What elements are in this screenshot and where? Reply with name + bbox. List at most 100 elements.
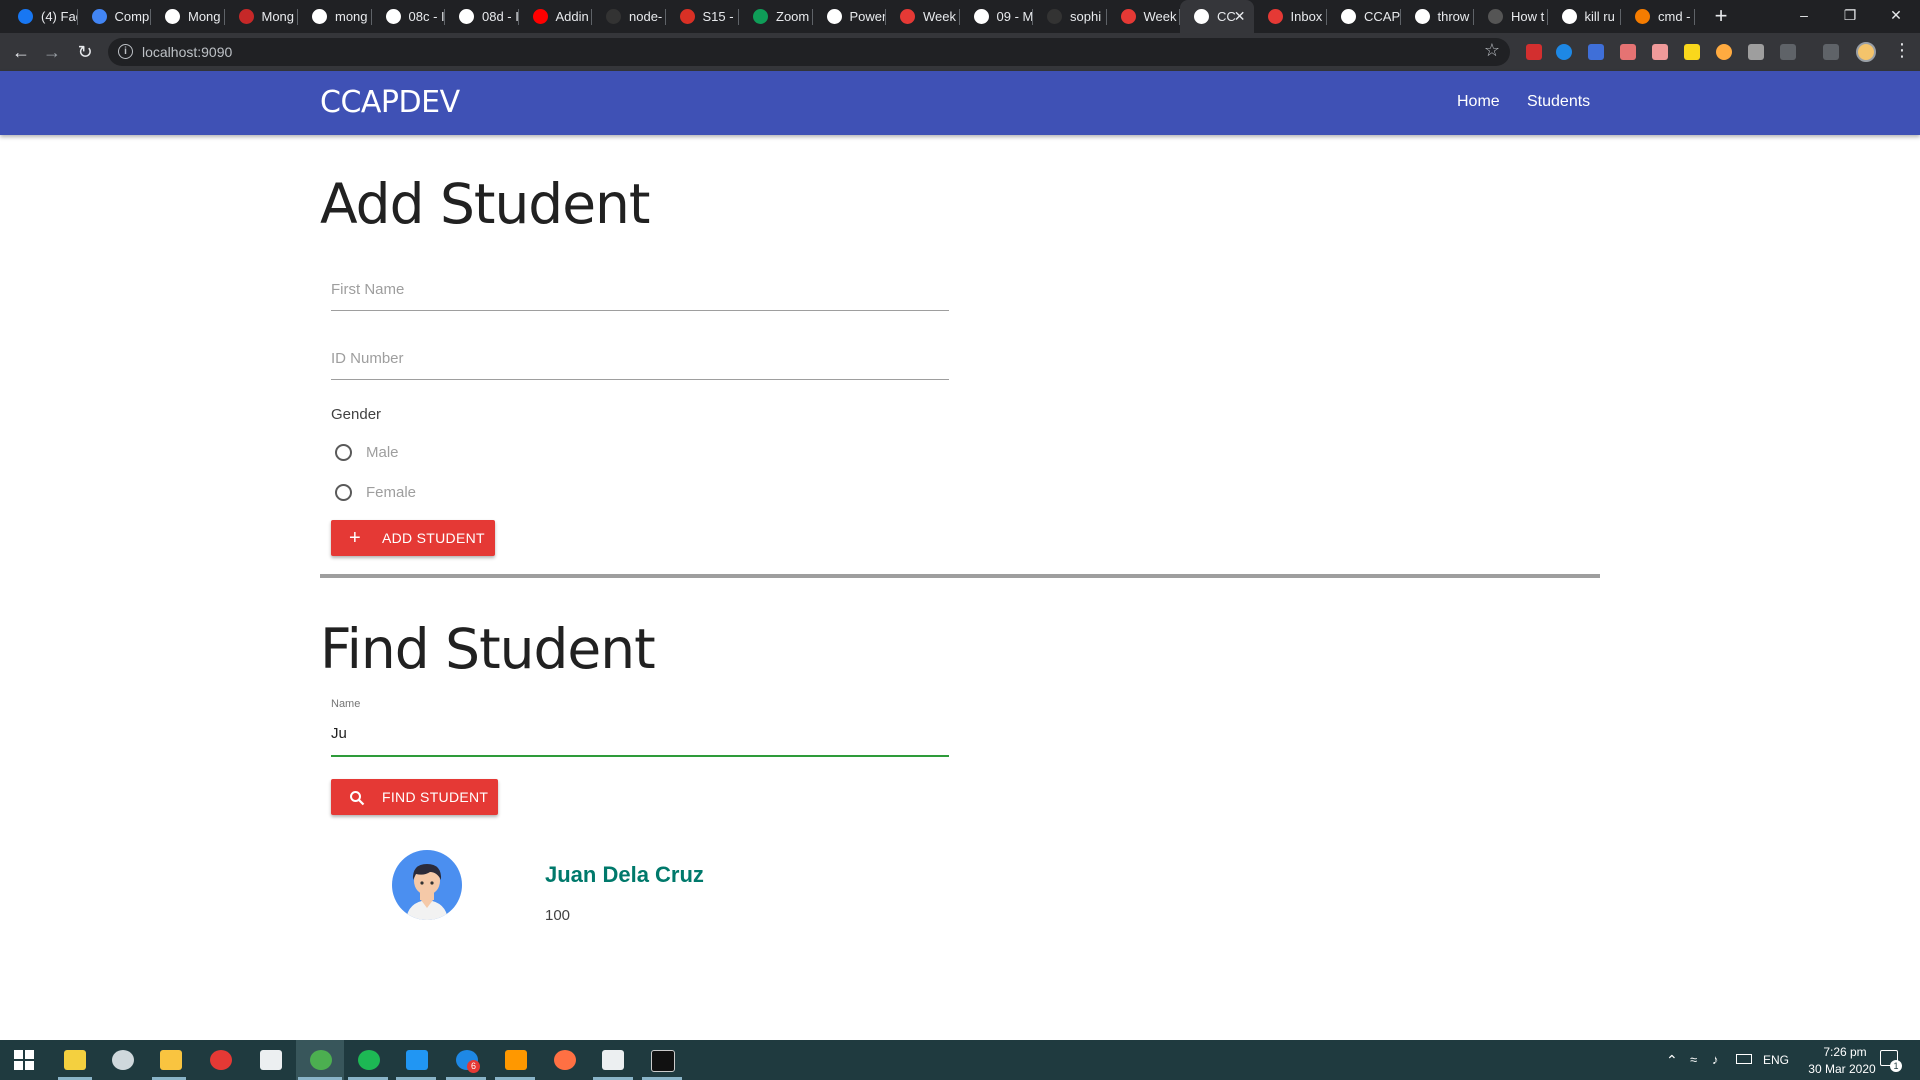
add-student-button[interactable]: + ADD STUDENT [331, 520, 495, 556]
brand-logo[interactable]: CCAPDEV [320, 85, 460, 120]
tab-title: Week [923, 9, 956, 24]
first-name-field[interactable]: First Name [331, 272, 949, 311]
postman-icon[interactable] [554, 1050, 576, 1070]
chrome-icon[interactable] [310, 1050, 332, 1070]
reload-icon[interactable]: ↻ [73, 41, 97, 63]
browser-tab[interactable]: 09 - M [960, 0, 1033, 33]
result-student-name[interactable]: Juan Dela Cruz [545, 862, 704, 888]
browser-tab[interactable]: S15 - : [666, 0, 739, 33]
browser-tab[interactable]: Mong [225, 0, 298, 33]
vscode-icon[interactable] [406, 1050, 428, 1070]
profile-avatar[interactable] [1856, 42, 1876, 62]
id-number-field[interactable]: ID Number [331, 341, 949, 380]
clock-date[interactable]: 30 Mar 2020 [1797, 1062, 1887, 1076]
browser-tab[interactable]: CCAP [1327, 0, 1401, 33]
extension-icon[interactable] [1526, 44, 1542, 60]
browser-tab[interactable]: Comp [78, 0, 151, 33]
file-explorer-icon[interactable] [160, 1050, 182, 1070]
show-hidden-icons[interactable]: ⌃ [1666, 1052, 1678, 1069]
browser-tab[interactable]: node- [592, 0, 666, 33]
browser-tab[interactable]: throw [1401, 0, 1474, 33]
browser-tab[interactable]: CC ✕ [1180, 0, 1254, 33]
find-student-button[interactable]: FIND STUDENT [331, 779, 498, 815]
browser-tab[interactable]: Zoom [739, 0, 813, 33]
browser-tab[interactable]: Week [1107, 0, 1180, 33]
tab-favicon-icon [1267, 9, 1283, 24]
extension-w-icon[interactable] [1684, 44, 1700, 60]
gender-male-label[interactable]: Male [366, 444, 399, 461]
tab-favicon-icon [1047, 9, 1062, 24]
app-icon[interactable] [112, 1050, 134, 1070]
tab-favicon-icon [1488, 9, 1503, 24]
tab-favicon-icon [1635, 9, 1650, 24]
gender-female-label[interactable]: Female [366, 484, 416, 501]
extension-video-icon[interactable] [1620, 44, 1636, 60]
extension-np-icon[interactable] [1780, 44, 1796, 60]
browser-tab[interactable]: 08c - I [372, 0, 445, 33]
forward-icon[interactable]: → [40, 41, 64, 63]
windows-start-icon[interactable] [14, 1050, 34, 1075]
tab-title: Mong [188, 9, 221, 24]
gender-male-radio[interactable] [335, 444, 352, 461]
tab-title: Week [1143, 9, 1177, 24]
tab-title: Comp [114, 9, 150, 24]
chrome-menu-icon[interactable]: ⋮ [1893, 40, 1911, 61]
cmd-icon[interactable] [651, 1050, 675, 1072]
back-icon[interactable]: ← [9, 41, 33, 63]
volume-icon[interactable]: ♪ [1712, 1052, 1719, 1067]
gender-female-radio[interactable] [335, 484, 352, 501]
media-app-icon[interactable] [260, 1050, 282, 1070]
close-window-button[interactable]: ✕ [1873, 0, 1919, 33]
restore-button[interactable]: ❐ [1827, 0, 1873, 33]
address-url[interactable]: localhost:9090 [142, 38, 232, 66]
photos-icon[interactable] [602, 1050, 624, 1070]
bookmark-star-icon[interactable]: ☆ [1484, 40, 1500, 61]
browser-tab[interactable]: Mong [151, 0, 225, 33]
tab-favicon-icon [826, 9, 842, 24]
extension-icon[interactable] [1652, 44, 1668, 60]
browser-tab[interactable]: (4) Fac [4, 0, 78, 33]
address-bar[interactable]: i localhost:9090 ☆ [108, 38, 1510, 66]
browser-tab[interactable]: 08d - I [445, 0, 519, 33]
id-number-placeholder: ID Number [331, 350, 404, 367]
language-indicator[interactable]: ENG [1763, 1053, 1789, 1067]
name-search-field[interactable]: Ju [331, 714, 949, 757]
clock-time[interactable]: 7:26 pm [1810, 1045, 1880, 1059]
browser-tab[interactable]: cmd - [1621, 0, 1695, 33]
battery-icon[interactable] [1736, 1054, 1752, 1064]
nav-students-link[interactable]: Students [1527, 93, 1590, 111]
tab-title: Mong [261, 9, 295, 24]
tab-favicon-icon [312, 9, 327, 24]
tab-favicon-icon [165, 9, 180, 24]
extension-play-icon[interactable] [1556, 44, 1572, 60]
browser-tab[interactable]: Power [813, 0, 886, 33]
spotify-icon[interactable] [358, 1050, 380, 1070]
student-avatar [392, 850, 462, 920]
sticky-notes-icon[interactable] [64, 1050, 86, 1070]
reading-list-icon[interactable] [1823, 44, 1839, 60]
browser-tab[interactable]: kill ru [1548, 0, 1621, 33]
browser-tab[interactable]: mong [298, 0, 372, 33]
name-search-input[interactable]: Ju [331, 725, 347, 742]
extension-drive-icon[interactable] [1748, 44, 1764, 60]
browser-tab[interactable]: Addin [519, 0, 592, 33]
browser-tab[interactable]: sophi [1033, 0, 1107, 33]
tab-favicon-icon [385, 9, 401, 24]
extension-camera-icon[interactable] [1588, 44, 1604, 60]
wifi-icon[interactable]: ≈ [1690, 1052, 1697, 1067]
new-tab-button[interactable]: + [1709, 4, 1733, 28]
tab-favicon-icon [606, 9, 621, 24]
site-info-icon[interactable]: i [118, 44, 133, 59]
messenger-badge: 6 [467, 1060, 480, 1073]
git-icon[interactable] [505, 1050, 527, 1070]
tab-close-icon[interactable]: ✕ [1234, 8, 1246, 25]
extension-icon[interactable] [1716, 44, 1732, 60]
opera-icon[interactable] [210, 1050, 232, 1070]
tab-favicon-icon [459, 9, 474, 24]
browser-tab[interactable]: Week [886, 0, 960, 33]
browser-tab[interactable]: How t [1474, 0, 1548, 33]
tab-title: Inbox [1290, 9, 1323, 24]
minimize-button[interactable]: – [1781, 0, 1827, 33]
browser-tab[interactable]: Inbox [1254, 0, 1327, 33]
nav-home-link[interactable]: Home [1457, 93, 1500, 111]
